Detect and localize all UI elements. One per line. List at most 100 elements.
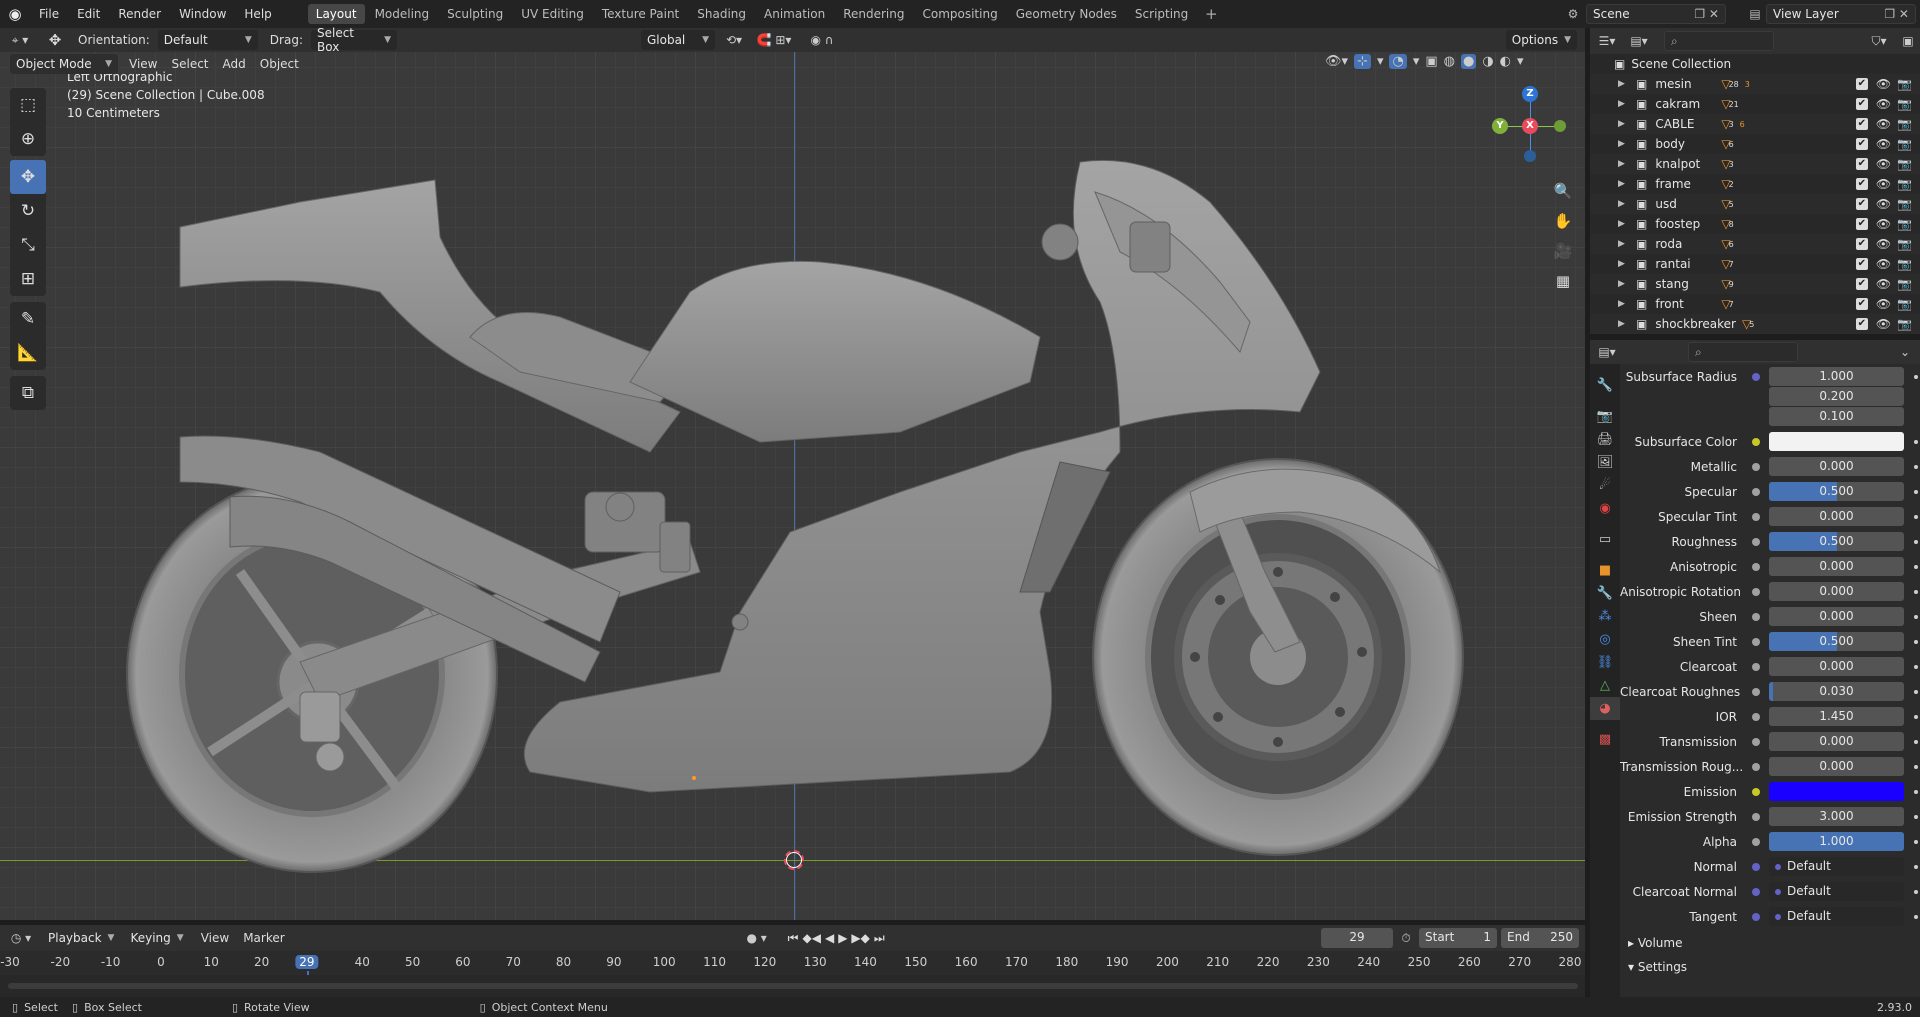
tangent-link-field[interactable]: Default (1769, 907, 1904, 926)
add-workspace-button[interactable]: + (1201, 5, 1221, 23)
menu-window[interactable]: Window (170, 0, 235, 28)
metallic-slider[interactable]: 0.000 (1769, 457, 1904, 476)
wireframe-shading-icon[interactable]: ◍ (1444, 54, 1455, 69)
socket-icon[interactable] (1752, 737, 1760, 746)
xray-icon[interactable]: ▣ (1425, 54, 1437, 69)
menu-file[interactable]: File (30, 0, 68, 28)
rendered-shading-icon[interactable]: ◐ (1500, 54, 1511, 69)
transform-icon[interactable]: ⊞ (10, 262, 46, 296)
checkbox-icon[interactable]: ✔ (1855, 238, 1868, 250)
cursor-icon[interactable]: ⊕ (10, 122, 46, 156)
tab-modeling[interactable]: Modeling (367, 4, 438, 24)
record-icon[interactable]: ● ▾ (742, 931, 772, 945)
socket-icon[interactable] (1752, 812, 1760, 821)
menu-add[interactable]: Add (216, 54, 253, 74)
gizmo-x[interactable]: X (1522, 118, 1538, 134)
constraints-tab-icon[interactable]: ⛓ (1590, 651, 1620, 674)
checkbox-icon[interactable]: ✔ (1855, 258, 1868, 270)
checkbox-icon[interactable]: ✔ (1855, 178, 1868, 190)
stopwatch-icon[interactable]: ⏱ (1393, 931, 1419, 946)
outliner-item-knalpot[interactable]: ▶ ▣ knalpot ▽ 3 ✔ 👁 📷 (1590, 154, 1920, 174)
keyframe-dot-icon[interactable] (1914, 889, 1918, 894)
menu-view[interactable]: View (122, 54, 164, 74)
transmission-roug-slider[interactable]: 0.000 (1769, 757, 1904, 776)
select-box-icon[interactable]: ⬚ (10, 88, 46, 122)
eye-icon[interactable]: 👁 (1876, 97, 1891, 111)
measure-icon[interactable]: 📐 (10, 336, 46, 370)
keyframe-dot-icon[interactable] (1914, 914, 1918, 919)
3d-cursor-icon[interactable] (784, 850, 804, 870)
keyframe-dot-icon[interactable] (1914, 714, 1918, 719)
menu-object[interactable]: Object (253, 54, 306, 74)
outliner-item-roda[interactable]: ▶ ▣ roda ▽ 6 ✔ 👁 📷 (1590, 234, 1920, 254)
outliner-item-rantai[interactable]: ▶ ▣ rantai ▽ 7 ✔ 👁 📷 (1590, 254, 1920, 274)
emission-strength-slider[interactable]: 3.000 (1769, 807, 1904, 826)
outliner-item-cakram[interactable]: ▶ ▣ cakram ▽ 21 ✔ 👁 📷 (1590, 94, 1920, 114)
socket-icon[interactable] (1752, 662, 1760, 671)
timeline-ruler[interactable]: -30 -20 -10 0 10 20 29 40 50 60 70 80 90 100 110 120 130… (0, 951, 1585, 997)
panel-volume[interactable]: ▸ Volume (1628, 936, 1682, 950)
outliner-item-mesin[interactable]: ▶ ▣ mesin ▽ 28 3 ✔ 👁 📷 (1590, 74, 1920, 94)
clearcoat-slider[interactable]: 0.000 (1769, 657, 1904, 676)
camera-render-icon[interactable]: 📷 (1897, 177, 1912, 191)
clearcoat-roughnes-slider[interactable]: 0.030 (1769, 682, 1904, 701)
outliner-item-foostep[interactable]: ▶ ▣ foostep ▽ 8 ✔ 👁 📷 (1590, 214, 1920, 234)
eye-icon[interactable]: 👁 (1876, 177, 1891, 191)
scene-collection-row[interactable]: ▣ Scene Collection (1590, 54, 1920, 74)
checkbox-icon[interactable]: ✔ (1855, 98, 1868, 110)
socket-icon[interactable] (1752, 712, 1760, 721)
camera-render-icon[interactable]: 📷 (1897, 237, 1912, 251)
tab-animation[interactable]: Animation (756, 4, 833, 24)
material-shading-icon[interactable]: ◑ (1482, 54, 1493, 69)
axis-gizmo[interactable]: Z Y X (1490, 86, 1570, 166)
socket-icon[interactable] (1752, 762, 1760, 771)
output-tab-icon[interactable]: 🖨 (1590, 428, 1620, 451)
keyframe-dot-icon[interactable] (1914, 739, 1918, 744)
start-frame-field[interactable]: Start 1 (1419, 928, 1497, 948)
outliner-item-stang[interactable]: ▶ ▣ stang ▽ 9 ✔ 👁 📷 (1590, 274, 1920, 294)
view-layer-icon[interactable]: ▤ (1744, 7, 1766, 21)
keyframe-dot-icon[interactable] (1914, 789, 1918, 794)
checkbox-icon[interactable]: ✔ (1855, 158, 1868, 170)
tab-rendering[interactable]: Rendering (835, 4, 912, 24)
camera-render-icon[interactable]: 📷 (1897, 157, 1912, 171)
eye-icon[interactable]: 👁 (1876, 157, 1891, 171)
expand-arrow-icon[interactable]: ▶ (1618, 199, 1630, 209)
tab-uv-editing[interactable]: UV Editing (513, 4, 592, 24)
filter-icon[interactable]: ⛉▾ (1862, 34, 1896, 49)
keyframe-dot-icon[interactable] (1914, 489, 1918, 494)
pivot-icon[interactable]: ⟲▾ (719, 33, 749, 47)
outliner-search-input[interactable]: ⌕ (1664, 31, 1774, 51)
tab-shading[interactable]: Shading (689, 4, 754, 24)
checkbox-icon[interactable]: ✔ (1855, 118, 1868, 130)
transform-orientation-dropdown[interactable]: Global ▼ (640, 30, 715, 50)
play-icon[interactable]: ▶ (838, 931, 847, 946)
emission-color-field[interactable] (1769, 782, 1904, 801)
camera-render-icon[interactable]: 📷 (1897, 137, 1912, 151)
chevron-down-icon[interactable]: ▾ (1517, 54, 1524, 69)
specular-tint-slider[interactable]: 0.000 (1769, 507, 1904, 526)
outliner-item-frame[interactable]: ▶ ▣ frame ▽ 2 ✔ 👁 📷 (1590, 174, 1920, 194)
transmission-slider[interactable]: 0.000 (1769, 732, 1904, 751)
expand-arrow-icon[interactable]: ▶ (1618, 99, 1630, 109)
clearcoat-normal-link-field[interactable]: Default (1769, 882, 1904, 901)
camera-render-icon[interactable]: 📷 (1897, 197, 1912, 211)
next-keyframe-icon[interactable]: ▶◆ (851, 931, 869, 946)
checkbox-icon[interactable]: ✔ (1855, 218, 1868, 230)
physics-tab-icon[interactable]: ◎ (1590, 628, 1620, 651)
timeline-menu-marker[interactable]: Marker (236, 928, 291, 948)
socket-icon[interactable] (1752, 912, 1760, 921)
keyframe-dot-icon[interactable] (1914, 514, 1918, 519)
solid-shading-icon[interactable]: ● (1460, 54, 1477, 69)
keying-menu[interactable]: Keying ▼ (124, 928, 189, 948)
eye-icon[interactable]: 👁 (1876, 137, 1891, 151)
expand-arrow-icon[interactable]: ▶ (1618, 279, 1630, 289)
tool-tab-icon[interactable]: 🔧 (1590, 374, 1620, 397)
annotate-icon[interactable]: ✎ (10, 302, 46, 336)
collection-tab-icon[interactable]: ▭ (1590, 528, 1620, 551)
sheen-tint-slider[interactable]: 0.500 (1769, 632, 1904, 651)
specular-slider[interactable]: 0.500 (1769, 482, 1904, 501)
camera-render-icon[interactable]: 📷 (1897, 297, 1912, 311)
scene-selector[interactable]: Scene ❐ ✕ (1586, 4, 1726, 24)
socket-icon[interactable] (1752, 887, 1760, 896)
